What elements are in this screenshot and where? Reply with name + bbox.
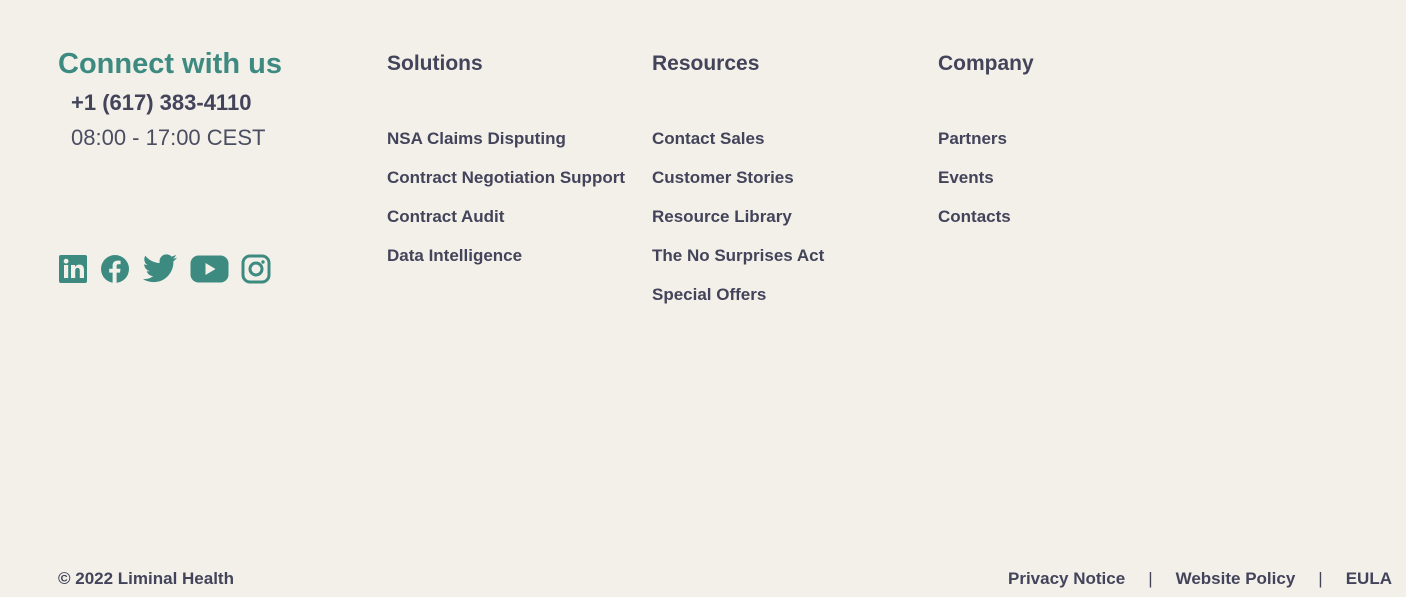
connect-title: Connect with us xyxy=(58,48,282,80)
copyright: © 2022 Liminal Health xyxy=(58,569,234,588)
facebook-link[interactable] xyxy=(100,254,130,284)
instagram-icon xyxy=(241,254,271,284)
social-links xyxy=(58,254,271,284)
twitter-icon xyxy=(142,254,178,284)
company-links: Partners Events Contacts xyxy=(938,126,1034,230)
twitter-link[interactable] xyxy=(142,254,178,284)
link-contract-audit[interactable]: Contract Audit xyxy=(387,207,504,226)
legal-links: Privacy Notice | Website Policy | EULA xyxy=(1008,567,1392,591)
connect-section: Connect with us +1 (617) 383-4110 08:00 … xyxy=(58,44,338,154)
link-contract-negotiation-support[interactable]: Contract Negotiation Support xyxy=(387,168,625,187)
link-events[interactable]: Events xyxy=(938,168,994,187)
resources-links: Contact Sales Customer Stories Resource … xyxy=(652,126,824,308)
company-column: Company Partners Events Contacts xyxy=(938,49,1034,243)
resources-column: Resources Contact Sales Customer Stories… xyxy=(652,49,824,321)
linkedin-icon xyxy=(58,254,88,284)
facebook-icon xyxy=(100,254,130,284)
privacy-notice-link[interactable]: Privacy Notice xyxy=(1008,567,1125,591)
solutions-column: Solutions NSA Claims Disputing Contract … xyxy=(387,49,625,282)
business-hours: 08:00 - 17:00 CEST xyxy=(71,125,266,150)
link-data-intelligence[interactable]: Data Intelligence xyxy=(387,246,522,265)
link-special-offers[interactable]: Special Offers xyxy=(652,285,766,304)
youtube-link[interactable] xyxy=(190,254,229,284)
legal-separator: | xyxy=(1318,569,1323,588)
eula-link[interactable]: EULA xyxy=(1346,567,1392,591)
site-footer: Connect with us +1 (617) 383-4110 08:00 … xyxy=(0,0,1406,597)
phone-number[interactable]: +1 (617) 383-4110 xyxy=(71,86,338,120)
link-no-surprises-act[interactable]: The No Surprises Act xyxy=(652,246,824,265)
link-nsa-claims-disputing[interactable]: NSA Claims Disputing xyxy=(387,129,566,148)
solutions-heading: Solutions xyxy=(387,52,483,75)
instagram-link[interactable] xyxy=(241,254,271,284)
link-contacts[interactable]: Contacts xyxy=(938,207,1011,226)
link-partners[interactable]: Partners xyxy=(938,129,1007,148)
website-policy-link[interactable]: Website Policy xyxy=(1176,567,1296,591)
company-heading: Company xyxy=(938,52,1034,75)
link-contact-sales[interactable]: Contact Sales xyxy=(652,129,764,148)
legal-separator: | xyxy=(1148,569,1153,588)
linkedin-link[interactable] xyxy=(58,254,88,284)
resources-heading: Resources xyxy=(652,52,760,75)
link-resource-library[interactable]: Resource Library xyxy=(652,207,792,226)
link-customer-stories[interactable]: Customer Stories xyxy=(652,168,794,187)
solutions-links: NSA Claims Disputing Contract Negotiatio… xyxy=(387,126,625,269)
youtube-icon xyxy=(190,254,229,284)
